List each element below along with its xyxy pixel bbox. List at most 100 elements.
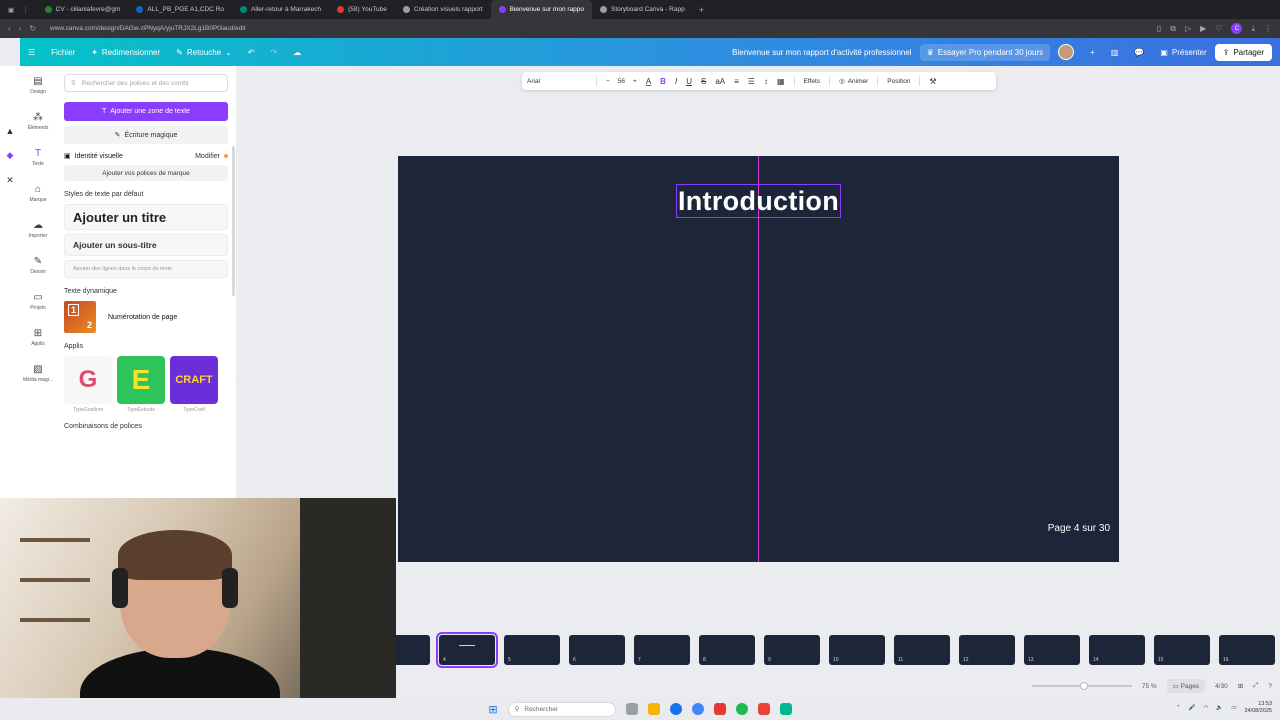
mic-icon[interactable]: 🎤 [1189,705,1196,711]
modify-brand-button[interactable]: Modifier [195,153,228,160]
profile-avatar[interactable]: C [1231,23,1243,34]
browser-tab[interactable]: (58) YouTube [329,0,395,19]
user-avatar-button[interactable] [1050,44,1082,60]
screenshot-icon[interactable]: ⧉ [1170,24,1176,34]
page-thumbnail[interactable]: 4 [436,632,498,668]
app-type-gradient[interactable]: G TypeGradient [64,356,112,413]
page-thumbnail[interactable]: 8 [699,635,755,665]
extension-icon[interactable]: ▶ [1200,24,1206,33]
analytics-button[interactable]: ▥ [1103,48,1127,57]
page-thumbnail[interactable]: 9 [764,635,820,665]
page-thumbnail[interactable]: 5 [504,635,560,665]
undo-button[interactable]: ↶ [240,48,263,57]
transparency-icon[interactable]: ▦ [777,77,785,86]
menu-icon[interactable]: ⋮ [1264,24,1272,33]
pro-trial-button[interactable]: ♛ Essayer Pro pendant 30 jours [919,43,1051,61]
fullscreen-icon[interactable]: ⤢ [1253,682,1258,690]
task-view-icon[interactable] [625,703,638,715]
comments-button[interactable]: 💬 [1126,48,1152,57]
page-thumbnail[interactable]: 14 [1089,635,1145,665]
browser-tab[interactable]: Storyboard Canva - Rapp [592,0,693,19]
document-title[interactable]: Bienvenue sur mon rapport d'activité pro… [724,48,919,57]
add-subtitle-button[interactable]: Ajouter un sous-titre [64,234,228,256]
share-button[interactable]: ⇪ Partager [1214,43,1272,61]
add-title-button[interactable]: Ajouter un titre [64,204,228,230]
font-size-value[interactable]: 56 [618,78,625,85]
tab-list-icon[interactable]: ⋮ [22,6,29,14]
panel-scrollbar[interactable] [232,146,235,296]
reload-icon[interactable]: ↻ [29,24,36,33]
decrease-size-button[interactable]: − [606,78,610,85]
clock[interactable]: 13:53 24/08/2025 [1244,701,1272,715]
page-thumbnail[interactable]: 7 [634,635,690,665]
effects-button[interactable]: Effets [804,78,821,85]
chrome-icon[interactable] [691,703,704,715]
taskbar-search[interactable]: ⚲ Rechercher [507,701,616,717]
add-brand-fonts-button[interactable]: Ajouter vos polices de marque [64,165,228,181]
download-icon[interactable]: ⤓ [1251,24,1255,34]
page-thumbnail[interactable]: 11 [894,635,950,665]
rail-item-text[interactable]: T Texte [32,148,44,178]
rail-item-brand[interactable]: ⌂ Marque [30,184,47,214]
edge-icon[interactable] [669,703,682,715]
add-collaborator-button[interactable]: + [1082,48,1103,57]
play-icon[interactable]: ▷ [1185,24,1191,33]
bold-icon[interactable]: B [660,77,666,86]
app-icon[interactable] [779,703,792,715]
rail-item-elements[interactable]: ⁂ Éléments [28,112,49,142]
font-search-field[interactable]: ⚲ Rechercher des polices et des combi [64,74,228,92]
rail-item-design[interactable]: ▤ Design [30,76,46,106]
bookmark-icon[interactable]: ▯ [1157,24,1161,33]
help-icon[interactable]: ? [1268,683,1272,690]
list-icon[interactable]: ☰ [748,77,755,86]
cloud-save-button[interactable]: ☁ [285,48,309,57]
browser-tab[interactable]: Bienvenue sur mon rappo [490,0,592,19]
rail-item-draw[interactable]: ✎ Dessin [30,256,45,286]
animate-button[interactable]: ◎ Animer [839,77,868,86]
magic-write-button[interactable]: ✎ Écriture magique [64,126,228,144]
page-numbering-item[interactable]: 12 Numérotation de page [64,301,228,333]
rail-item-projects[interactable]: ▭ Projets [30,292,46,322]
file-menu[interactable]: Fichier [43,48,83,57]
underline-icon[interactable]: U [686,77,692,86]
opera-icon[interactable] [713,703,726,715]
browser-tab[interactable]: Aller-retour à Marrakech [232,0,329,19]
paint-format-icon[interactable]: ⚒ [929,77,936,86]
app-icon[interactable] [757,703,770,715]
increase-size-button[interactable]: + [633,78,637,85]
page-thumbnail[interactable]: 16 [1219,635,1275,665]
page-thumbnail[interactable]: 10 [829,635,885,665]
chevron-up-icon[interactable]: ⌃ [1176,705,1181,711]
present-button[interactable]: ▣ Présenter [1152,44,1214,61]
page-thumbnail[interactable] [396,635,430,665]
slide-page[interactable]: Introduction Page 4 sur 30 [398,156,1119,562]
align-icon[interactable]: ≡ [734,77,739,86]
browser-tab[interactable]: ALL_PB_PGE A1,CDC Ro [128,0,232,19]
rail-item-upload[interactable]: ☁ Importer [29,220,48,250]
case-icon[interactable]: aA [715,77,725,86]
italic-icon[interactable]: I [675,77,677,86]
page-number-text[interactable]: Page 4 sur 30 [1048,523,1110,534]
zoom-slider[interactable] [1031,682,1132,690]
x-icon[interactable]: ✕ [6,175,14,186]
browser-tab[interactable]: Création visuels rapport [395,0,491,19]
selected-text-box[interactable]: Introduction [676,184,841,218]
back-icon[interactable]: ‹ [8,24,11,33]
zoom-slider-knob[interactable] [1079,682,1088,690]
add-text-box-button[interactable]: T Ajouter une zone de texte [64,102,228,121]
spacing-icon[interactable]: ↕ [764,77,768,86]
forward-icon[interactable]: › [19,24,22,33]
position-button[interactable]: Position [887,78,910,85]
file-explorer-icon[interactable] [647,703,660,715]
rail-item-apps[interactable]: ⊞ Applis [31,328,45,358]
retouch-menu[interactable]: ✎ Retouche ⌄ [168,48,240,57]
slide-title[interactable]: Introduction [678,186,839,217]
new-tab-button[interactable]: + [693,5,710,15]
pages-button[interactable]: ▭ Pages [1166,679,1206,693]
url-field[interactable]: www.canva.com/design/DAGw-zPNyqA/yjuTRJX… [50,25,1157,32]
zoom-level[interactable]: 75 % [1142,683,1157,690]
text-color-icon[interactable]: A [646,77,651,86]
app-type-craft[interactable]: CRAFT TypeCraft [170,356,218,413]
arc-icon[interactable]: ▲ [6,126,15,136]
strikethrough-icon[interactable]: S [701,77,706,86]
